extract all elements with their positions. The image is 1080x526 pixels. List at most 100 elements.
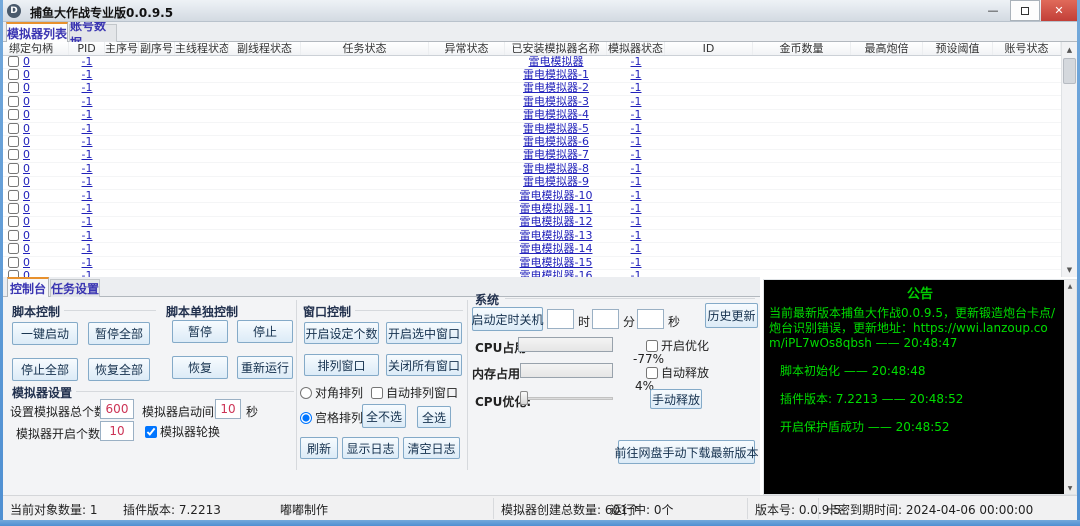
row-emulator-name-link[interactable]: 雷电模拟器-9 [523,176,589,188]
row-handle-link[interactable]: 0 [23,96,30,108]
timed-shutdown-button[interactable]: 启动定时关机 [472,307,543,331]
refresh-button[interactable]: 刷新 [300,437,338,459]
row-pid-link[interactable]: -1 [82,230,93,242]
row-status-link[interactable]: -1 [631,136,642,148]
row-handle-link[interactable]: 0 [23,203,30,215]
column-header[interactable]: 副序号 [139,42,175,55]
row-emulator-name-link[interactable]: 雷电模拟器-1 [523,69,589,81]
row-checkbox[interactable] [8,230,19,241]
scroll-thumb[interactable] [1063,58,1076,84]
row-checkbox[interactable] [8,109,19,120]
row-pid-link[interactable]: -1 [82,82,93,94]
row-pid-link[interactable]: -1 [82,163,93,175]
row-handle-link[interactable]: 0 [23,216,30,228]
grid-radio[interactable]: 宫格排列 [300,409,363,426]
row-checkbox[interactable] [8,96,19,107]
auto-arrange-checkbox[interactable]: 自动排列窗口 [371,384,458,401]
row-handle-link[interactable]: 0 [23,270,30,277]
row-pid-link[interactable]: -1 [82,69,93,81]
row-status-link[interactable]: -1 [631,270,642,277]
auto-release-checkbox[interactable]: 自动释放 [646,364,709,381]
column-header[interactable]: 绑定句柄 [3,42,69,55]
row-checkbox[interactable] [8,216,19,227]
row-pid-link[interactable]: -1 [82,270,93,277]
row-emulator-name-link[interactable]: 雷电模拟器-3 [523,96,589,108]
row-emulator-name-link[interactable]: 雷电模拟器-6 [523,136,589,148]
tab-account-data[interactable]: 账号数据 [69,24,117,42]
column-header[interactable]: PID [69,42,105,55]
pause-button[interactable]: 暂停 [172,320,228,343]
open-count-input[interactable] [100,421,134,441]
hour-input[interactable] [547,309,574,329]
history-update-button[interactable]: 历史更新 [705,303,758,328]
row-checkbox[interactable] [8,270,19,277]
row-status-link[interactable]: -1 [631,243,642,255]
row-status-link[interactable]: -1 [631,96,642,108]
pause-all-button[interactable]: 暂停全部 [88,322,150,345]
row-emulator-name-link[interactable]: 雷电模拟器-14 [520,243,593,255]
row-handle-link[interactable]: 0 [23,163,30,175]
clear-log-button[interactable]: 清空日志 [403,437,460,459]
row-handle-link[interactable]: 0 [23,56,30,68]
row-emulator-name-link[interactable]: 雷电模拟器-11 [520,203,593,215]
row-checkbox[interactable] [8,56,19,67]
arrange-windows-button[interactable]: 排列窗口 [304,354,379,376]
column-header[interactable]: 金币数量 [753,42,851,55]
select-none-button[interactable]: 全不选 [362,404,406,428]
tab-task-settings[interactable]: 任务设置 [50,279,100,297]
show-log-button[interactable]: 显示日志 [342,437,399,459]
close-all-windows-button[interactable]: 关闭所有窗口 [386,354,462,376]
row-status-link[interactable]: -1 [631,190,642,202]
row-pid-link[interactable]: -1 [82,149,93,161]
row-emulator-name-link[interactable]: 雷电模拟器-7 [523,149,589,161]
column-header[interactable]: ID [665,42,753,55]
row-emulator-name-link[interactable]: 雷电模拟器-15 [520,257,593,269]
rotate-checkbox-input[interactable] [145,426,157,438]
row-status-link[interactable]: -1 [631,257,642,269]
grid-radio-input[interactable] [300,412,312,424]
row-handle-link[interactable]: 0 [23,109,30,121]
row-checkbox[interactable] [8,123,19,134]
row-status-link[interactable]: -1 [631,123,642,135]
table-scrollbar[interactable]: ▲ ▼ [1061,42,1077,277]
row-status-link[interactable]: -1 [631,203,642,215]
scroll-down-icon[interactable]: ▼ [1062,262,1077,277]
row-emulator-name-link[interactable]: 雷电模拟器-4 [523,109,589,121]
column-header[interactable]: 已安装模拟器名称 [505,42,607,55]
row-pid-link[interactable]: -1 [82,123,93,135]
column-header[interactable]: 异常状态 [429,42,505,55]
row-emulator-name-link[interactable]: 雷电模拟器-5 [523,123,589,135]
column-header[interactable]: 副线程状态 [229,42,301,55]
resume-button[interactable]: 恢复 [172,356,228,379]
console-scroll-up-icon[interactable]: ▲ [1064,280,1076,292]
row-pid-link[interactable]: -1 [82,243,93,255]
row-checkbox[interactable] [8,190,19,201]
second-input[interactable] [637,309,664,329]
total-count-input[interactable] [100,399,134,419]
row-emulator-name-link[interactable]: 雷电模拟器 [529,56,584,68]
row-pid-link[interactable]: -1 [82,190,93,202]
start-all-button[interactable]: 一键启动 [12,322,78,345]
tab-emulator-list[interactable]: 模拟器列表 [6,22,68,42]
row-emulator-name-link[interactable]: 雷电模拟器-8 [523,163,589,175]
row-status-link[interactable]: -1 [631,82,642,94]
row-emulator-name-link[interactable]: 雷电模拟器-16 [520,270,593,277]
row-checkbox[interactable] [8,257,19,268]
auto-arrange-checkbox-input[interactable] [371,387,383,399]
column-header[interactable]: 模拟器状态 [607,42,665,55]
slider-thumb[interactable] [520,391,528,405]
console-scrollbar[interactable]: ▲ ▼ [1064,280,1076,494]
row-handle-link[interactable]: 0 [23,257,30,269]
row-status-link[interactable]: -1 [631,163,642,175]
diagonal-radio-input[interactable] [300,387,312,399]
row-status-link[interactable]: -1 [631,109,642,121]
row-handle-link[interactable]: 0 [23,230,30,242]
column-header[interactable]: 主线程状态 [175,42,229,55]
row-handle-link[interactable]: 0 [23,82,30,94]
manual-release-button[interactable]: 手动释放 [650,389,702,409]
tab-console[interactable]: 控制台 [7,277,49,297]
row-checkbox[interactable] [8,82,19,93]
console-scroll-down-icon[interactable]: ▼ [1064,482,1076,494]
column-header[interactable]: 任务状态 [301,42,429,55]
row-checkbox[interactable] [8,176,19,187]
